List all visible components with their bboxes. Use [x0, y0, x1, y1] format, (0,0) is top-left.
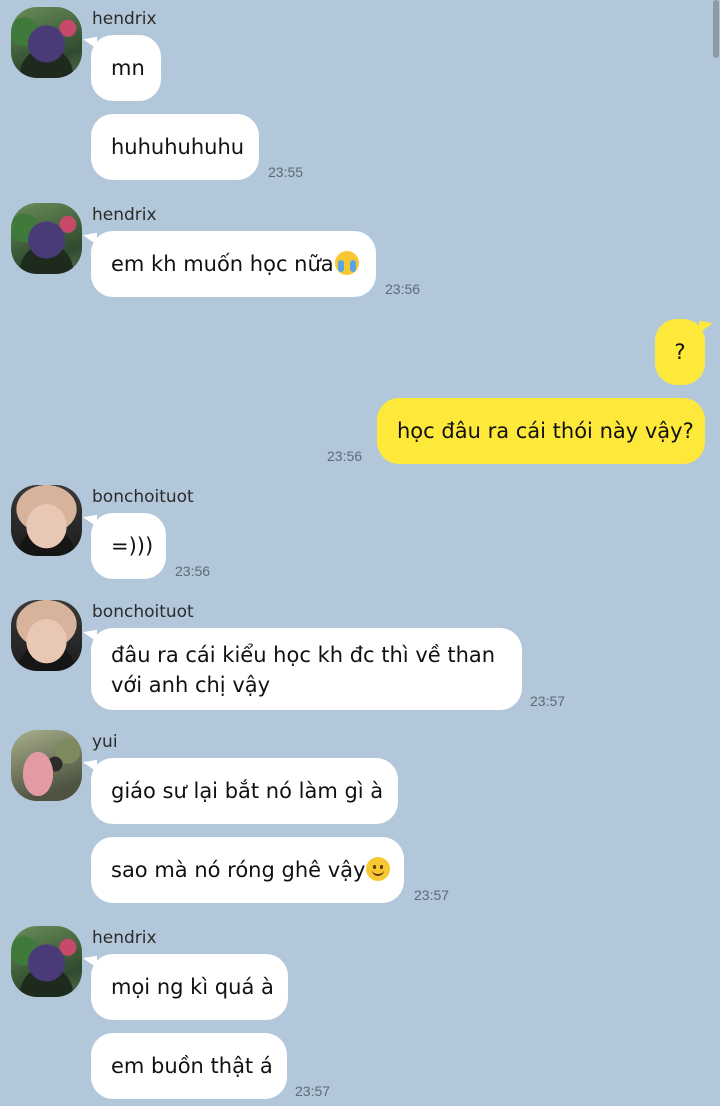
- message-time: 23:55: [268, 164, 304, 180]
- sender-name: bonchoituot: [92, 487, 194, 507]
- message-text: sao mà nó róng ghê vậy: [111, 858, 366, 882]
- message-time: 23:57: [530, 693, 566, 709]
- message-bubble[interactable]: mọi ng kì quá à: [91, 954, 288, 1020]
- message-text: mọi ng kì quá à: [111, 975, 274, 999]
- avatar-bonchoituot[interactable]: [11, 600, 82, 671]
- sender-name: hendrix: [92, 205, 157, 225]
- outgoing-message-bubble[interactable]: học đâu ra cái thói này vậy?: [377, 398, 705, 464]
- message-text: giáo sư lại bắt nó làm gì à: [111, 779, 384, 803]
- message-text: huhuhuhuhu: [111, 135, 245, 159]
- message-bubble[interactable]: mn: [91, 35, 161, 101]
- message-text: =))): [111, 534, 154, 558]
- loudly-crying-face-icon: [334, 251, 359, 275]
- message-bubble[interactable]: đâu ra cái kiểu học kh đc thì về than vớ…: [91, 628, 522, 710]
- message-time: 23:56: [175, 563, 211, 579]
- message-time: 23:56: [327, 448, 363, 464]
- scrollbar[interactable]: [713, 0, 719, 58]
- sender-name: hendrix: [92, 928, 157, 948]
- avatar-yui[interactable]: [11, 730, 82, 801]
- outgoing-message-bubble[interactable]: ?: [655, 319, 705, 385]
- message-time: 23:57: [295, 1083, 331, 1099]
- message-text: em buồn thật á: [111, 1054, 273, 1078]
- message-bubble[interactable]: em buồn thật á: [91, 1033, 287, 1099]
- message-bubble[interactable]: em kh muốn học nữa: [91, 231, 376, 297]
- message-bubble[interactable]: giáo sư lại bắt nó làm gì à: [91, 758, 398, 824]
- message-text: đâu ra cái kiểu học kh đc thì về than vớ…: [111, 643, 496, 697]
- sender-name: yui: [92, 732, 118, 752]
- sender-name: hendrix: [92, 9, 157, 29]
- avatar-hendrix[interactable]: [11, 926, 82, 997]
- message-text: học đâu ra cái thói này vậy?: [397, 419, 694, 443]
- slightly-smiling-face-icon: [366, 857, 391, 881]
- message-text: em kh muốn học nữa: [111, 252, 334, 276]
- message-time: 23:57: [414, 887, 450, 903]
- avatar-hendrix[interactable]: [11, 203, 82, 274]
- message-time: 23:56: [385, 281, 421, 297]
- message-text: mn: [111, 56, 145, 80]
- sender-name: bonchoituot: [92, 602, 194, 622]
- chat-thread: hendrix mn huhuhuhuhu 23:55 hendrix em k…: [0, 0, 720, 1106]
- message-bubble[interactable]: =))): [91, 513, 166, 579]
- message-text: ?: [674, 340, 686, 364]
- message-bubble[interactable]: huhuhuhuhu: [91, 114, 259, 180]
- avatar-hendrix[interactable]: [11, 7, 82, 78]
- message-bubble[interactable]: sao mà nó róng ghê vậy: [91, 837, 404, 903]
- avatar-bonchoituot[interactable]: [11, 485, 82, 556]
